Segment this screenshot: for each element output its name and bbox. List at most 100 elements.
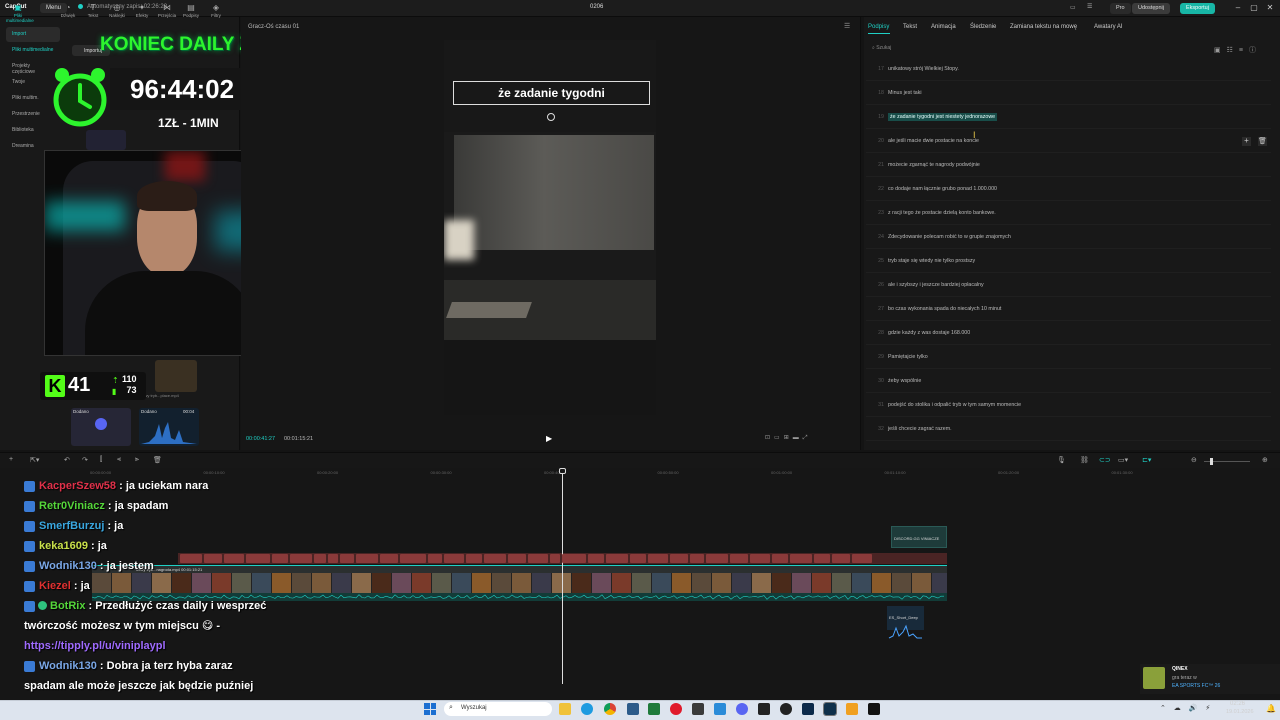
subtitle-row[interactable]: 28 gdzie każdy z was dostaje 168.000: [866, 322, 1271, 345]
subtitle-text[interactable]: tryb staje się wtedy nie tylko prostszy: [888, 258, 975, 264]
caption-clip[interactable]: [272, 554, 288, 563]
playhead-handle[interactable]: [559, 468, 566, 474]
zoom-out-icon[interactable]: ⊖: [1191, 456, 1197, 464]
subtitle-row[interactable]: 29 Pamiętajcie tylko: [866, 346, 1271, 369]
caption-clip[interactable]: [730, 554, 748, 563]
split-icon[interactable]: ⫿: [100, 456, 102, 464]
app-icon-r[interactable]: [846, 703, 858, 715]
obs-icon[interactable]: [780, 703, 792, 715]
caption-overlay[interactable]: że zadanie tygodni: [453, 81, 650, 105]
caption-clip[interactable]: [204, 554, 222, 563]
caption-clip[interactable]: [180, 554, 202, 563]
audio-clip[interactable]: ES_Short_Deep: [887, 606, 924, 630]
caption-clip[interactable]: [484, 554, 506, 563]
caption-clip[interactable]: [224, 554, 244, 563]
caption-clip[interactable]: [508, 554, 526, 563]
caption-clip[interactable]: [246, 554, 270, 563]
subtitle-row[interactable]: 27 bo czas wykonania spada do niecałych 1…: [866, 298, 1271, 321]
subtitle-row[interactable]: 20 ale jeśli macie dwie postacie na konci…: [866, 130, 1271, 153]
opera-icon[interactable]: [670, 703, 682, 715]
subtitle-row[interactable]: 17 unikatowy strój Wielkiej Stopy.: [866, 58, 1271, 81]
caption-clip[interactable]: [340, 554, 354, 563]
tab-text[interactable]: Tekst: [903, 24, 917, 30]
capcut-icon[interactable]: [868, 703, 880, 715]
image-icon[interactable]: ▣: [1214, 47, 1227, 54]
subtitle-text[interactable]: możecie zgarnąć te nagrody podwójnie: [888, 162, 980, 168]
caption-clip[interactable]: [466, 554, 482, 563]
mic-icon[interactable]: 🎙: [1057, 456, 1066, 464]
subtitle-text[interactable]: ale jeśli macie dwie postacie na koncie: [888, 138, 979, 144]
subtitle-row[interactable]: 32 jeśli chcecie zagrać razem.: [866, 418, 1271, 441]
caption-clip[interactable]: [550, 554, 560, 563]
add-track-icon[interactable]: +: [9, 456, 13, 463]
select-tool-icon[interactable]: ⇱▾: [30, 456, 39, 464]
vim-icon[interactable]: [648, 703, 660, 715]
subtitle-text[interactable]: Minus jest taki: [888, 90, 922, 96]
discord-icon[interactable]: [736, 703, 748, 715]
edge-icon[interactable]: [581, 703, 593, 715]
caption-clip[interactable]: [690, 554, 704, 563]
tool-audio[interactable]: ◔ Dźwięk: [56, 3, 80, 18]
fullscreen-icon[interactable]: ⤢: [803, 435, 812, 441]
app-icon-steam-vue[interactable]: [627, 703, 639, 715]
caption-clip[interactable]: [400, 554, 426, 563]
subtitle-text[interactable]: Pamiętajcie tylko: [888, 354, 928, 360]
captions-search[interactable]: ⌕ Szukaj: [872, 45, 1202, 55]
caption-clip[interactable]: [444, 554, 464, 563]
settings-icon[interactable]: ☰: [1087, 3, 1092, 10]
zoom-icon[interactable]: ⊞: [784, 435, 793, 441]
subtitle-text[interactable]: co dodaje nam łącznie grubo ponad 1.000.…: [888, 186, 997, 192]
subtitle-text[interactable]: podejść do stolika i odpalić tryb w tym …: [888, 402, 1021, 408]
sidebar-item-import[interactable]: Import: [6, 27, 60, 42]
caption-clip[interactable]: [772, 554, 788, 563]
caption-clip[interactable]: [290, 554, 312, 563]
subtitle-row[interactable]: 19 że zadanie tygodni jest niestety jedno…: [866, 106, 1271, 129]
zoom-slider-thumb[interactable]: [1210, 458, 1213, 465]
minimize-icon[interactable]: –: [1232, 3, 1244, 12]
tab-ai-avatars[interactable]: Awatary AI: [1094, 24, 1123, 30]
tray-icons[interactable]: ⌃ ☁ 🔊 ⚡: [1160, 704, 1213, 712]
tab-text-to-speech[interactable]: Zamiana tekstu na mowę: [1010, 24, 1077, 30]
friend-notification[interactable]: QINEX gra teraz w EA SPORTS FC™ 26: [1140, 664, 1280, 694]
caption-clip[interactable]: [648, 554, 668, 563]
caption-clip[interactable]: [380, 554, 398, 563]
caption-clip[interactable]: [528, 554, 548, 563]
split-right-icon[interactable]: ⫸: [135, 456, 139, 464]
subtitle-row[interactable]: 21 możecie zgarnąć te nagrody podwójnie: [866, 154, 1271, 177]
crop-icon[interactable]: ⊡: [765, 435, 774, 441]
subtitle-row[interactable]: 26 ale i szybszy i jeszcze bardziej opłac…: [866, 274, 1271, 297]
subtitle-row[interactable]: 23 z racji tego że postacie dzielą konto …: [866, 202, 1271, 225]
tool-media[interactable]: ▣ Pliki multimedialne: [6, 3, 30, 23]
caption-clip[interactable]: [428, 554, 442, 563]
subtitle-text[interactable]: gdzie każdy z was dostaje 168.000: [888, 330, 970, 336]
tool-stickers[interactable]: ◎ Naklejki: [105, 3, 129, 18]
zoom-slider[interactable]: [1204, 461, 1250, 462]
subtitle-text[interactable]: Zdecydowanie polecam robić to w grupie z…: [888, 234, 1011, 240]
caption-clip[interactable]: [328, 554, 338, 563]
edge-dev-icon[interactable]: [714, 703, 726, 715]
steam-icon[interactable]: [824, 703, 836, 715]
subtitle-row[interactable]: 25 tryb staje się wtedy nie tylko prostsz…: [866, 250, 1271, 273]
tab-animation[interactable]: Animacja: [931, 24, 956, 30]
share-button[interactable]: Udostępnij: [1132, 3, 1170, 14]
subtitle-row[interactable]: 18 Minus jest taki: [866, 82, 1271, 105]
subtitle-text[interactable]: żeby wspólnie: [888, 378, 921, 384]
player-menu-icon[interactable]: ☰: [844, 22, 850, 30]
tool-text[interactable]: T Tekst: [81, 3, 105, 18]
subtitle-row[interactable]: 24 Zdecydowanie polecam robić to w grupie…: [866, 226, 1271, 249]
tool-effects[interactable]: ✦ Efekty: [130, 3, 154, 18]
maximize-icon[interactable]: ▢: [1248, 3, 1260, 12]
info-icon[interactable]: ⓘ: [1249, 47, 1262, 54]
app-icon[interactable]: [692, 703, 704, 715]
caption-clip[interactable]: [314, 554, 326, 563]
folder-icon[interactable]: [559, 703, 571, 715]
caption-clip[interactable]: [832, 554, 850, 563]
sidebar-item-media[interactable]: Pliki multimedialne: [6, 43, 60, 58]
magnet-icon[interactable]: ⊂⊃: [1099, 456, 1111, 464]
layout-icon[interactable]: ▭: [1070, 4, 1076, 11]
notification-bell-icon[interactable]: 🔔: [1266, 704, 1276, 713]
subtitle-text[interactable]: unikatowy strój Wielkiej Stopy.: [888, 66, 959, 72]
caption-clip[interactable]: [562, 554, 586, 563]
subtitle-row[interactable]: 22 co dodaje nam łącznie grubo ponad 1.00…: [866, 178, 1271, 201]
subtitle-text[interactable]: bo czas wykonania spada do niecałych 10 …: [888, 306, 1001, 312]
